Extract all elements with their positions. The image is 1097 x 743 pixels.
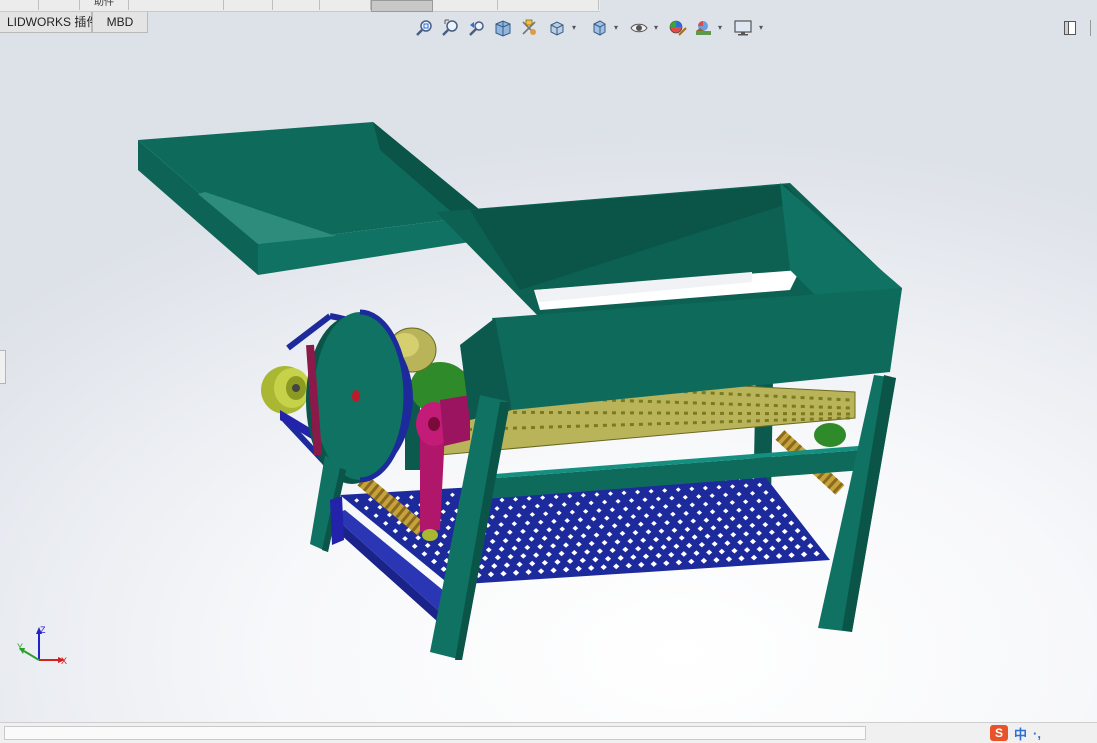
y-axis: [23, 650, 40, 661]
ime-logo-icon[interactable]: S: [990, 725, 1008, 741]
ime-punctuation-toggle[interactable]: ·,: [1033, 726, 1041, 741]
z-label: Z: [40, 625, 46, 635]
ime-mode-toggle[interactable]: 中: [1014, 724, 1027, 743]
ime-toolbar: S 中 ·,: [990, 724, 1041, 742]
horizontal-scrollbar[interactable]: [0, 722, 1097, 743]
scrollbar-track[interactable]: [4, 726, 866, 740]
sieve-screen: [330, 470, 830, 622]
model-3d-view[interactable]: [0, 0, 1097, 742]
y-label: Y: [17, 642, 23, 652]
screen-frame-bar: [330, 496, 344, 545]
x-label: X: [61, 656, 67, 666]
feed-hopper: [138, 122, 486, 275]
reference-triad: Z X Y: [17, 625, 67, 666]
